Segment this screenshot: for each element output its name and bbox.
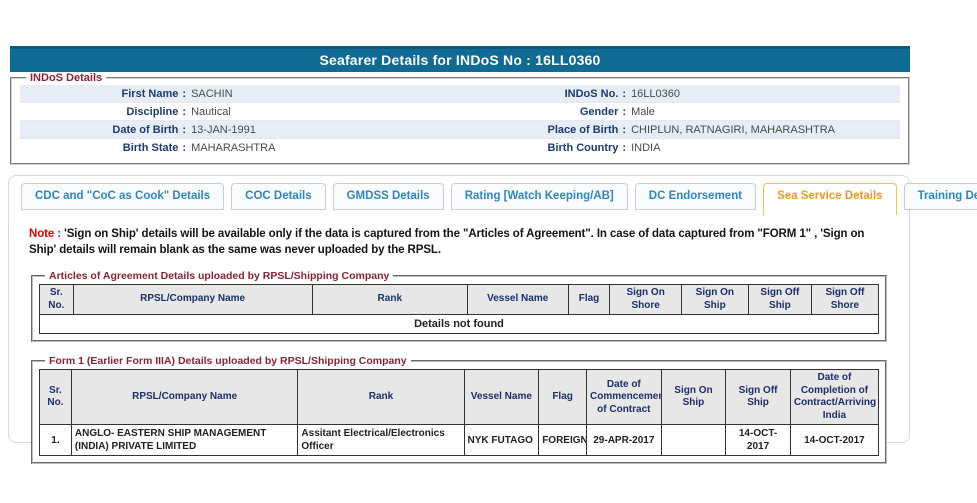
tab-cdc-coc-as-cook-details[interactable]: CDC and "CoC as Cook" Details <box>21 183 224 210</box>
col-vessel-name: Vessel Name <box>467 285 568 315</box>
cell-date-of-completion: 14-OCT-2017 <box>790 425 878 456</box>
field-value: 16LL0360 <box>631 88 680 100</box>
empty-row: Details not found <box>40 315 879 334</box>
form1-table: Sr. No. RPSL/Company Name Rank Vessel Na… <box>39 369 879 456</box>
tab-bar: CDC and "CoC as Cook" Details COC Detail… <box>19 183 899 210</box>
col-rank: Rank <box>312 285 467 315</box>
field-value: 13-JAN-1991 <box>191 124 256 136</box>
col-sign-off-shore: Sign Off Shore <box>811 285 878 315</box>
articles-of-agreement-legend: Articles of Agreement Details uploaded b… <box>45 270 393 282</box>
indos-row: Birth State: MAHARASHTRA Birth Country: … <box>20 139 900 157</box>
indos-details-legend: INDoS Details <box>26 72 106 84</box>
cell-rank: Assitant Electrical/Electronics Officer <box>298 425 464 456</box>
cell-rpsl-company-name: ANGLO- EASTERN SHIP MANAGEMENT (INDIA) P… <box>71 425 298 456</box>
table-header-row: Sr. No. RPSL/Company Name Rank Vessel Na… <box>40 370 879 425</box>
tab-training-details[interactable]: Training Details <box>904 183 977 210</box>
tab-dc-endorsement[interactable]: DC Endorsement <box>635 183 756 210</box>
tab-sea-service-details[interactable]: Sea Service Details <box>763 183 897 215</box>
tab-gmdss-details[interactable]: GMDSS Details <box>333 183 444 210</box>
col-rpsl-company-name: RPSL/Company Name <box>71 370 298 425</box>
field-label: Birth Country <box>460 142 618 154</box>
tab-content-panel: CDC and "CoC as Cook" Details COC Detail… <box>8 175 910 443</box>
col-sign-on-ship: Sign On Ship <box>681 285 748 315</box>
field-label: First Name <box>20 88 178 100</box>
articles-of-agreement-table: Sr. No. RPSL/Company Name Rank Vessel Na… <box>39 284 879 334</box>
col-rank: Rank <box>298 370 464 425</box>
field-value: Nautical <box>191 106 231 118</box>
field-value: MAHARASHTRA <box>191 142 275 154</box>
sign-on-ship-note: Note : 'Sign on Ship' details will be av… <box>29 227 889 258</box>
indos-row: Discipline: Nautical Gender: Male <box>20 103 900 121</box>
articles-of-agreement-fieldset: Articles of Agreement Details uploaded b… <box>31 270 887 342</box>
indos-row: First Name: SACHIN INDoS No.: 16LL0360 <box>20 85 900 103</box>
field-label: Date of Birth <box>20 124 178 136</box>
tab-coc-details[interactable]: COC Details <box>231 183 325 210</box>
cell-sign-on-ship <box>661 425 726 456</box>
col-date-of-completion: Date of Completion of Contract/Arriving … <box>790 370 878 425</box>
field-value: Male <box>631 106 655 118</box>
table-row: 1. ANGLO- EASTERN SHIP MANAGEMENT (INDIA… <box>40 425 879 456</box>
col-rpsl-company-name: RPSL/Company Name <box>73 285 312 315</box>
col-sr-no: Sr. No. <box>40 370 72 425</box>
indos-details-fieldset: INDoS Details First Name: SACHIN INDoS N… <box>10 72 910 165</box>
col-sign-on-ship: Sign On Ship <box>661 370 726 425</box>
cell-flag: FOREIGN <box>539 425 587 456</box>
col-flag: Flag <box>539 370 587 425</box>
cell-vessel-name: NYK FUTAGO <box>464 425 539 456</box>
col-vessel-name: Vessel Name <box>464 370 539 425</box>
cell-sr-no: 1. <box>40 425 72 456</box>
field-label: Discipline <box>20 106 178 118</box>
field-place-of-birth: Place of Birth: CHIPLUN, RATNAGIRI, MAHA… <box>460 124 900 136</box>
field-value: INDIA <box>631 142 660 154</box>
tab-rating-watch-keeping-ab[interactable]: Rating [Watch Keeping/AB] <box>451 183 628 210</box>
table-header-row: Sr. No. RPSL/Company Name Rank Vessel Na… <box>40 285 879 315</box>
field-label: Place of Birth <box>460 124 618 136</box>
field-gender: Gender: Male <box>460 106 900 118</box>
field-label: Gender <box>460 106 618 118</box>
field-birth-country: Birth Country: INDIA <box>460 142 900 154</box>
details-not-found-message: Details not found <box>40 315 879 334</box>
col-flag: Flag <box>568 285 610 315</box>
field-indos-no: INDoS No.: 16LL0360 <box>460 88 900 100</box>
cell-sign-off-ship: 14-OCT-2017 <box>726 425 791 456</box>
form1-fieldset: Form 1 (Earlier Form IIIA) Details uploa… <box>31 355 887 464</box>
page-title: Seafarer Details for INDoS No : 16LL0360 <box>10 46 910 72</box>
col-sr-no: Sr. No. <box>40 285 74 315</box>
note-text: 'Sign on Ship' details will be available… <box>29 228 864 256</box>
field-date-of-birth: Date of Birth: 13-JAN-1991 <box>20 124 460 136</box>
indos-row: Date of Birth: 13-JAN-1991 Place of Birt… <box>20 121 900 139</box>
note-label: Note : <box>29 228 61 240</box>
form1-legend: Form 1 (Earlier Form IIIA) Details uploa… <box>45 355 411 367</box>
field-value: SACHIN <box>191 88 233 100</box>
col-date-of-commencement: Date of Commencement of Contract <box>587 370 662 425</box>
field-value: CHIPLUN, RATNAGIRI, MAHARASHTRA <box>631 124 835 136</box>
field-birth-state: Birth State: MAHARASHTRA <box>20 142 460 154</box>
col-sign-off-ship: Sign Off Ship <box>748 285 811 315</box>
col-sign-on-shore: Sign On Shore <box>610 285 681 315</box>
field-discipline: Discipline: Nautical <box>20 106 460 118</box>
field-label: INDoS No. <box>460 88 618 100</box>
cell-date-of-commencement: 29-APR-2017 <box>587 425 662 456</box>
field-label: Birth State <box>20 142 178 154</box>
field-first-name: First Name: SACHIN <box>20 88 460 100</box>
col-sign-off-ship: Sign Off Ship <box>726 370 791 425</box>
